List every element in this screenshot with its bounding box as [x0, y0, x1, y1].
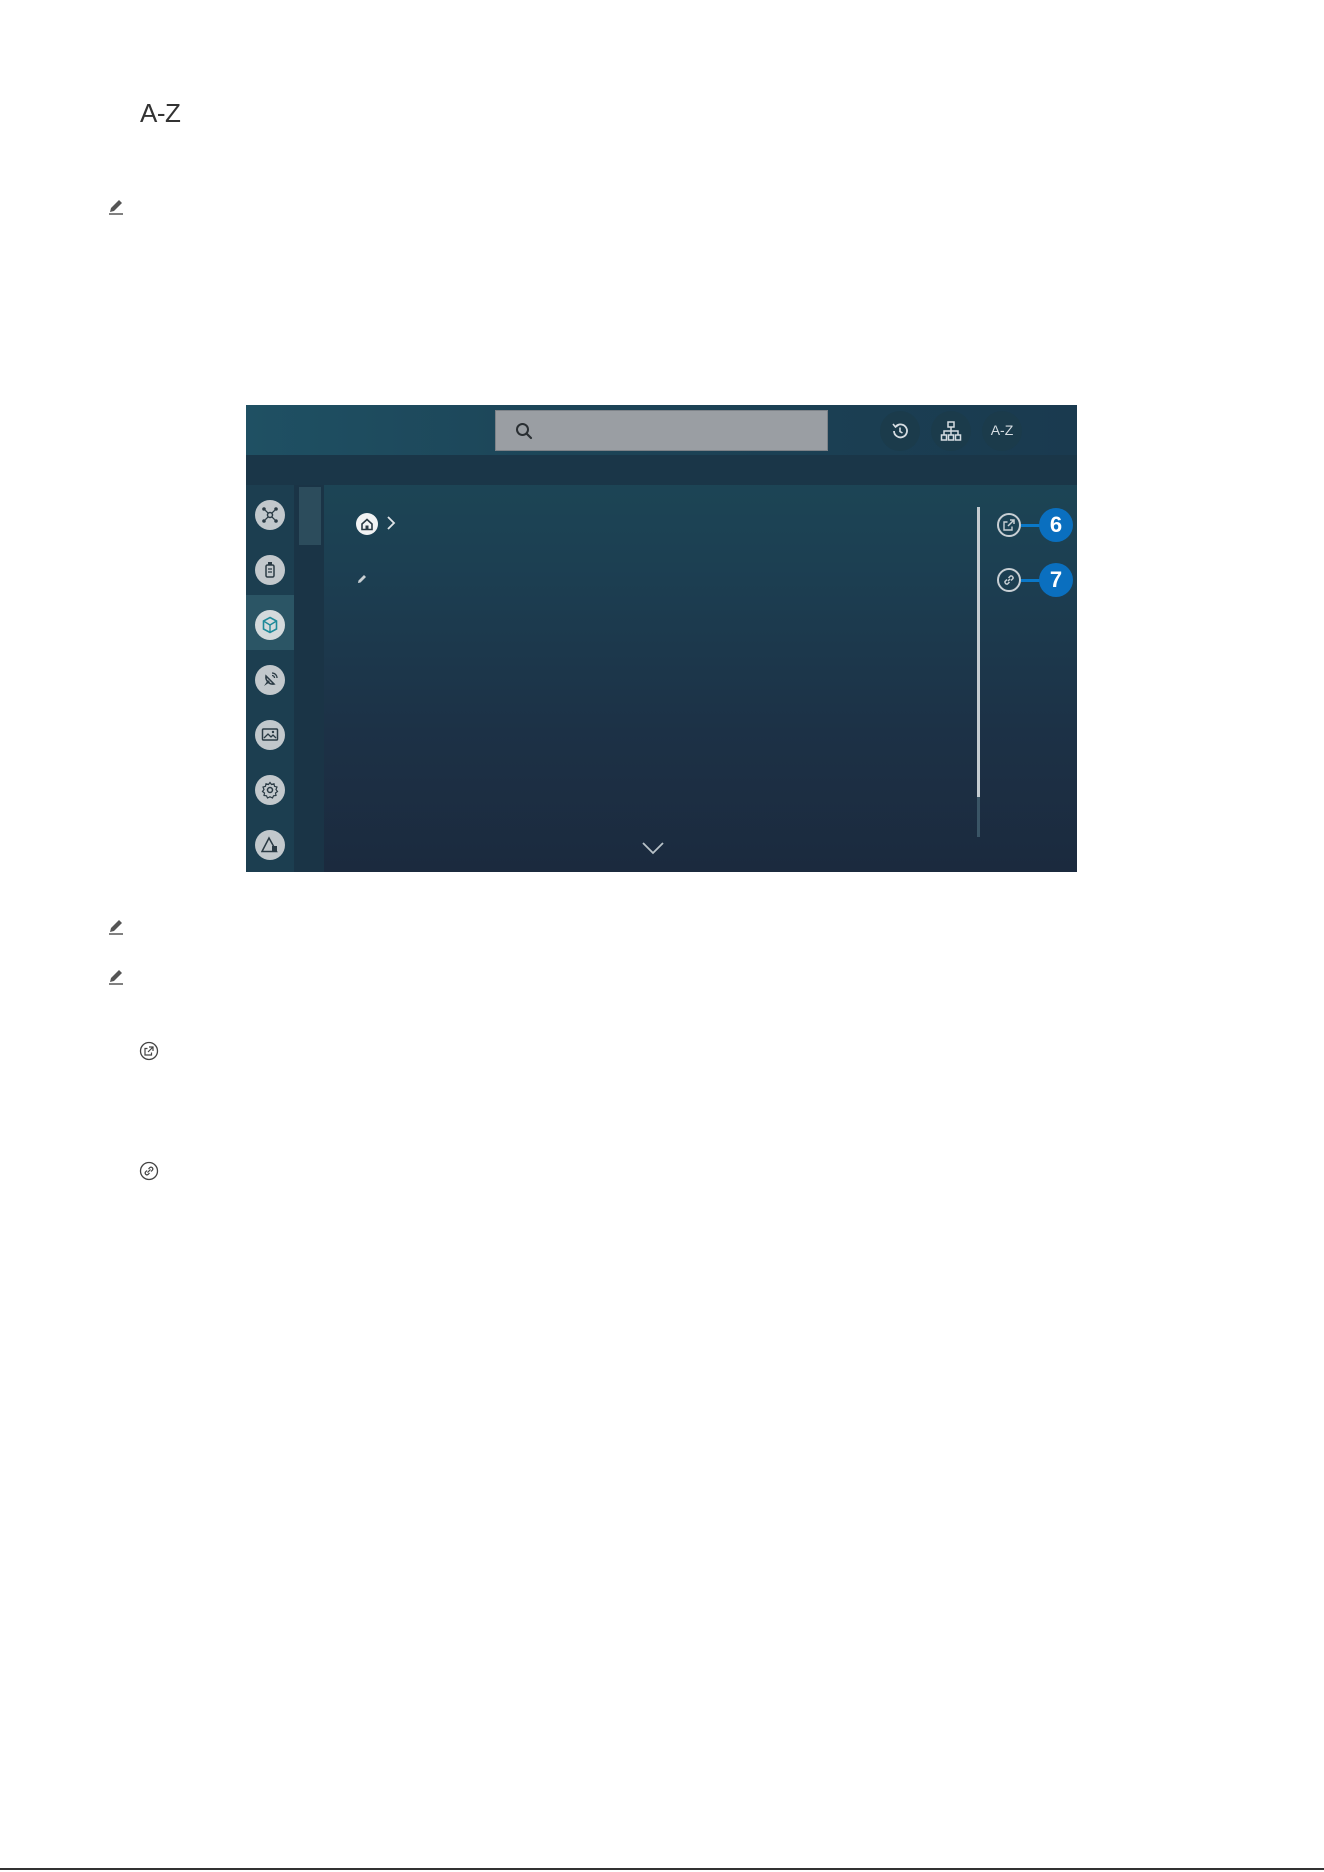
connected-devices-icon: [262, 507, 278, 523]
az-heading: A-Z: [140, 98, 181, 128]
sitemap-button[interactable]: [931, 411, 971, 451]
sidebar-item-connected-devices[interactable]: [255, 500, 285, 530]
breadcrumb-home-button[interactable]: [356, 513, 378, 535]
callout-badge: 6: [1039, 508, 1073, 542]
picture-icon: [261, 728, 279, 741]
sidebar-item-smart-hub[interactable]: [255, 610, 285, 640]
home-icon: [361, 518, 373, 531]
note-pencil-icon: [106, 916, 126, 936]
sidebar-item-source[interactable]: [255, 555, 285, 585]
link-icon: [139, 1161, 159, 1181]
sidebar-item-picture[interactable]: [255, 720, 285, 750]
open-external-icon: [139, 1041, 159, 1061]
history-icon: [892, 423, 908, 439]
source-icon: [265, 562, 275, 578]
sidebar-tab-marker: [299, 487, 321, 545]
callout-line: [1021, 579, 1041, 582]
az-button[interactable]: A-Z: [982, 411, 1022, 451]
open-external-button[interactable]: [997, 513, 1021, 537]
sidebar-item-broadcast[interactable]: [255, 665, 285, 695]
note-pencil-icon: [358, 575, 366, 583]
chevron-down-icon[interactable]: [641, 841, 665, 855]
note-pencil-icon: [106, 966, 126, 986]
note-pencil-icon: [106, 196, 126, 216]
broadcast-icon: [264, 672, 278, 686]
link-icon: [1004, 575, 1014, 585]
sidebar-item-settings[interactable]: [255, 775, 285, 805]
az-button-label: A-Z: [990, 422, 1014, 438]
search-input[interactable]: [495, 410, 828, 451]
tv-screenshot: A-Z 6 7: [246, 405, 1077, 872]
tv-title-strip: [246, 455, 1077, 485]
smart-hub-icon: [262, 616, 278, 634]
recent-button[interactable]: [880, 411, 920, 451]
sitemap-icon: [940, 421, 962, 441]
gear-icon: [261, 781, 279, 799]
open-external-icon: [1003, 519, 1015, 531]
footer-rule: [0, 1868, 1324, 1870]
callout-badge: 7: [1039, 563, 1073, 597]
sidebar-item-troubleshooting[interactable]: [255, 830, 285, 860]
warning-icon: [261, 836, 278, 853]
link-button[interactable]: [997, 568, 1021, 592]
breadcrumb-chevron-icon: [387, 516, 396, 530]
search-icon: [516, 423, 533, 440]
callout-line: [1021, 524, 1041, 527]
scrollbar-thumb[interactable]: [977, 507, 980, 797]
